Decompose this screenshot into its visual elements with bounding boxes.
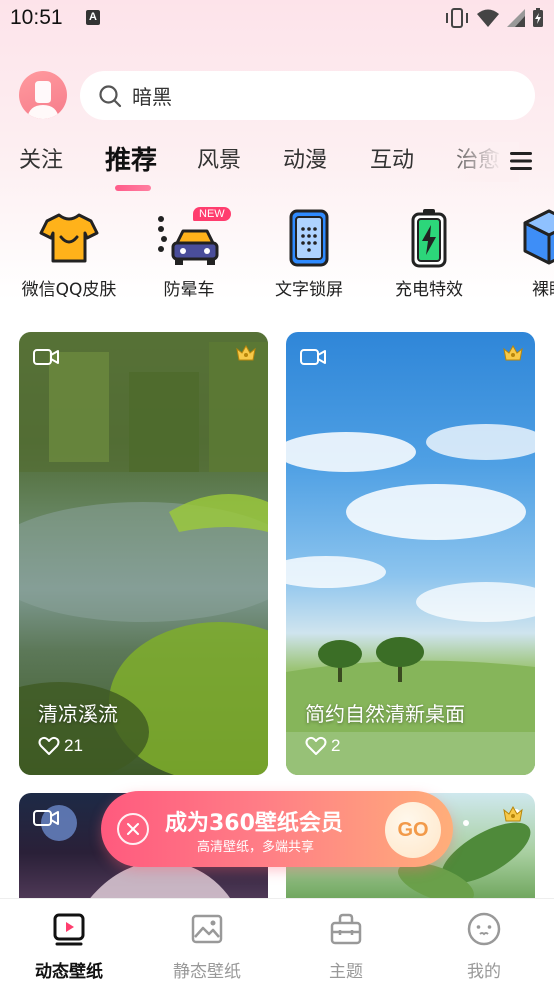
search-icon: [99, 84, 122, 107]
shortcut-naked-eye-3d[interactable]: 裸眼: [489, 205, 554, 300]
card-likes[interactable]: 21: [38, 736, 83, 756]
signal-icon: [507, 9, 525, 27]
tab-anime[interactable]: 动漫: [283, 142, 327, 174]
shortcut-label: 裸眼: [532, 280, 554, 300]
tab-recommended[interactable]: 推荐: [105, 140, 157, 177]
search-bar[interactable]: 暗黑: [80, 71, 535, 120]
new-badge: NEW: [193, 207, 231, 221]
image-icon: [191, 914, 223, 944]
promo-title: 成为360壁纸会员: [165, 811, 343, 836]
theme-bag-icon: [330, 913, 362, 945]
like-count: 2: [331, 736, 341, 755]
shortcut-label: 充电特效: [395, 280, 463, 300]
cube-icon: [523, 209, 554, 265]
vip-promo-banner[interactable]: 成为360壁纸会员 高清壁纸，多端共享 GO: [101, 791, 453, 867]
wifi-icon: [477, 9, 499, 27]
tab-interactive[interactable]: 互动: [370, 142, 414, 174]
shortcut-label: 防晕车: [163, 280, 215, 300]
wallpaper-card[interactable]: 清凉溪流 21: [19, 332, 268, 775]
heart-icon: [305, 736, 327, 755]
promo-close-button[interactable]: [117, 813, 149, 845]
promo-go-button[interactable]: GO: [385, 802, 441, 858]
nav-label: 动态壁纸: [35, 962, 103, 982]
crown-icon: [503, 345, 523, 361]
card-likes[interactable]: 2: [305, 736, 340, 756]
shortcut-label: 微信QQ皮肤: [21, 280, 117, 300]
play-frame-icon: [53, 913, 85, 946]
wallpaper-card[interactable]: 简约自然清新桌面 2: [286, 332, 535, 775]
close-icon: [127, 823, 139, 835]
tshirt-icon: [39, 213, 99, 263]
nav-label: 主题: [329, 962, 363, 982]
promo-subtitle: 高清壁纸，多端共享: [197, 840, 315, 855]
avatar[interactable]: [19, 71, 67, 119]
shortcut-label: 文字锁屏: [275, 280, 343, 300]
video-icon: [300, 349, 326, 365]
shortcut-text-lockscreen[interactable]: 文字锁屏: [249, 205, 369, 300]
tabs-fade: [439, 142, 519, 182]
heart-icon: [38, 736, 60, 755]
crown-icon: [503, 806, 523, 822]
nav-live-wallpaper[interactable]: 动态壁纸: [0, 911, 138, 982]
nav-label: 静态壁纸: [173, 962, 241, 982]
shortcut-row: 微信QQ皮肤 NEW 防晕车 文字锁屏 充电特效 裸: [0, 205, 554, 305]
crown-icon: [236, 345, 256, 361]
video-icon: [33, 349, 59, 365]
nav-label: 我的: [467, 962, 501, 982]
battery-icon: [533, 8, 543, 27]
status-icons: [444, 8, 544, 28]
nav-profile[interactable]: 我的: [415, 911, 553, 982]
like-count: 21: [64, 736, 83, 755]
shortcut-charging-effect[interactable]: 充电特效: [369, 205, 489, 300]
shortcut-anti-motion-sickness[interactable]: NEW 防晕车: [129, 205, 249, 300]
tab-follow[interactable]: 关注: [19, 142, 63, 174]
nav-static-wallpaper[interactable]: 静态壁纸: [138, 911, 276, 982]
search-placeholder: 暗黑: [132, 85, 172, 109]
battery-charge-icon: [411, 209, 447, 268]
notification-a-icon: A: [86, 10, 100, 25]
user-avatar-icon: [27, 81, 59, 119]
tab-scenery[interactable]: 风景: [197, 142, 241, 174]
card-title: 简约自然清新桌面: [305, 702, 465, 726]
bottom-nav: 动态壁纸 静态壁纸 主题 我的: [0, 898, 554, 984]
status-time: 10:51: [10, 6, 63, 29]
status-bar: 10:51 A: [0, 0, 554, 40]
video-icon: [33, 810, 59, 826]
active-tab-indicator: [115, 185, 151, 191]
phone-keypad-icon: [289, 209, 329, 267]
face-icon: [467, 912, 501, 946]
nav-theme[interactable]: 主题: [277, 911, 415, 982]
menu-icon[interactable]: [509, 150, 533, 172]
card-title: 清凉溪流: [38, 702, 118, 726]
shortcut-wechat-qq-skin[interactable]: 微信QQ皮肤: [9, 205, 129, 300]
category-tabs: 关注 推荐 风景 动漫 互动 治愈: [19, 142, 539, 192]
vibrate-icon: [446, 8, 468, 28]
